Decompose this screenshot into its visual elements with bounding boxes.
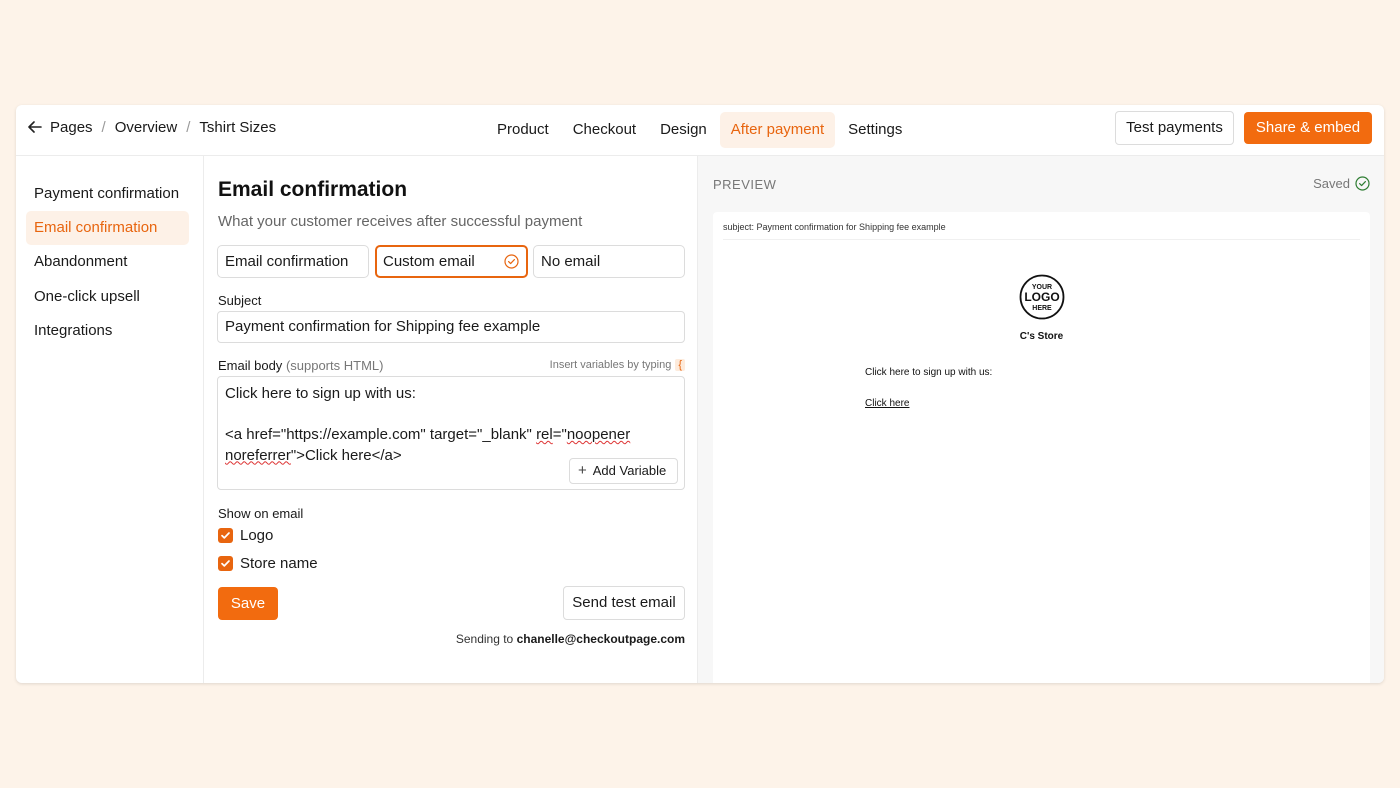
option-no-email[interactable]: No email: [533, 245, 685, 278]
nav-settings[interactable]: Settings: [837, 112, 913, 148]
app-window: Pages / Overview / Tshirt Sizes Product …: [16, 105, 1384, 683]
variable-brace: {: [675, 359, 685, 371]
sending-email: chanelle@checkoutpage.com: [516, 632, 685, 646]
arrow-left-icon[interactable]: [26, 118, 44, 136]
send-test-email-button[interactable]: Send test email: [563, 586, 685, 620]
spellcheck-word: rel: [536, 426, 553, 443]
breadcrumb-separator: /: [186, 118, 191, 136]
share-embed-button[interactable]: Share & embed: [1244, 112, 1372, 144]
test-payments-button[interactable]: Test payments: [1115, 111, 1234, 145]
show-logo-label: Logo: [240, 527, 274, 544]
store-logo: YOUR LOGO HERE: [1019, 274, 1065, 320]
email-body-link[interactable]: Click here: [865, 398, 909, 409]
body-line-3-part: =": [552, 426, 567, 443]
breadcrumb-current: Tshirt Sizes: [199, 118, 277, 136]
body-line-3: <a href="https://example.com" target="_b…: [225, 425, 677, 446]
body-line-3-part: <a href="https://example.com" target="_b…: [225, 426, 537, 443]
option-label: No email: [541, 253, 601, 270]
email-body-label-text: Email body: [218, 358, 283, 373]
email-store-name: C's Store: [1019, 331, 1064, 342]
option-label: Custom email: [383, 253, 475, 270]
sidebar-item-abandonment[interactable]: Abandonment: [26, 245, 189, 279]
spellcheck-word: noopener: [566, 426, 631, 443]
check-icon: [218, 528, 233, 543]
show-store-name-checkbox[interactable]: Store name: [218, 555, 318, 572]
preview-panel: PREVIEW Saved subject: Payment confirmat…: [698, 156, 1384, 683]
preview-title: PREVIEW: [713, 177, 777, 192]
insert-variables-hint: Insert variables by typing {: [550, 359, 685, 371]
email-settings-form: Email confirmation What your customer re…: [204, 156, 698, 683]
nav-after-payment[interactable]: After payment: [719, 112, 836, 148]
body-line-4-part: ">Click here</a>: [290, 446, 402, 464]
sidebar-item-integrations[interactable]: Integrations: [26, 314, 189, 348]
option-custom-email[interactable]: Custom email: [375, 245, 528, 278]
sidebar-item-payment-confirmation[interactable]: Payment confirmation: [26, 177, 189, 211]
subject-label: Subject: [218, 293, 262, 308]
divider: [723, 239, 1360, 240]
breadcrumb-separator: /: [101, 118, 106, 136]
insert-hint-text: Insert variables by typing: [549, 359, 672, 371]
check-icon: [218, 556, 233, 571]
page-title: Email confirmation: [218, 178, 408, 201]
body-line-empty: [225, 405, 677, 426]
spellcheck-word: noreferrer: [225, 446, 291, 464]
sending-prefix: Sending to: [455, 632, 514, 646]
email-preview-card: subject: Payment confirmation for Shippi…: [713, 212, 1370, 683]
plus-icon: +: [578, 462, 587, 479]
breadcrumb-overview[interactable]: Overview: [115, 119, 178, 136]
page-subtitle: What your customer receives after succes…: [218, 213, 583, 230]
nav-checkout[interactable]: Checkout: [562, 112, 647, 148]
logo-text-bottom: HERE: [1032, 305, 1052, 312]
email-subject-line: subject: Payment confirmation for Shippi…: [723, 222, 946, 232]
saved-label: Saved: [1313, 176, 1350, 191]
check-circle-icon: [504, 254, 519, 269]
email-body-hint: (supports HTML): [285, 358, 384, 373]
email-body-textarea[interactable]: Click here to sign up with us: <a href="…: [217, 376, 685, 490]
saved-status: Saved: [1313, 176, 1370, 191]
logo-text-middle: LOGO: [1024, 290, 1059, 304]
nav-product[interactable]: Product: [486, 112, 560, 148]
option-label: Email confirmation: [225, 253, 349, 270]
save-button[interactable]: Save: [218, 587, 278, 620]
email-body-text: Click here to sign up with us:: [865, 367, 993, 378]
subject-input[interactable]: Payment confirmation for Shipping fee ex…: [217, 311, 685, 343]
check-circle-icon: [1355, 176, 1370, 191]
nav-design[interactable]: Design: [649, 112, 718, 148]
sidebar-item-email-confirmation[interactable]: Email confirmation: [26, 211, 189, 245]
sidebar: Payment confirmation Email confirmation …: [16, 156, 204, 683]
add-variable-button[interactable]: + Add Variable: [569, 458, 678, 484]
breadcrumb-pages[interactable]: Pages: [50, 119, 93, 136]
show-on-email-label: Show on email: [218, 506, 304, 521]
sidebar-item-one-click-upsell[interactable]: One-click upsell: [26, 280, 189, 314]
show-store-name-label: Store name: [240, 555, 318, 572]
top-bar: Pages / Overview / Tshirt Sizes Product …: [16, 105, 1384, 156]
breadcrumb: Pages / Overview / Tshirt Sizes: [26, 118, 276, 136]
body-line-1: Click here to sign up with us:: [225, 385, 416, 402]
add-variable-label: Add Variable: [592, 463, 667, 478]
sending-to-text: Sending to chanelle@checkoutpage.com: [456, 632, 685, 646]
show-logo-checkbox[interactable]: Logo: [218, 527, 273, 544]
main-nav: Product Checkout Design After payment Se…: [486, 112, 915, 148]
option-email-confirmation[interactable]: Email confirmation: [217, 245, 369, 278]
email-body-label: Email body (supports HTML): [218, 358, 383, 373]
